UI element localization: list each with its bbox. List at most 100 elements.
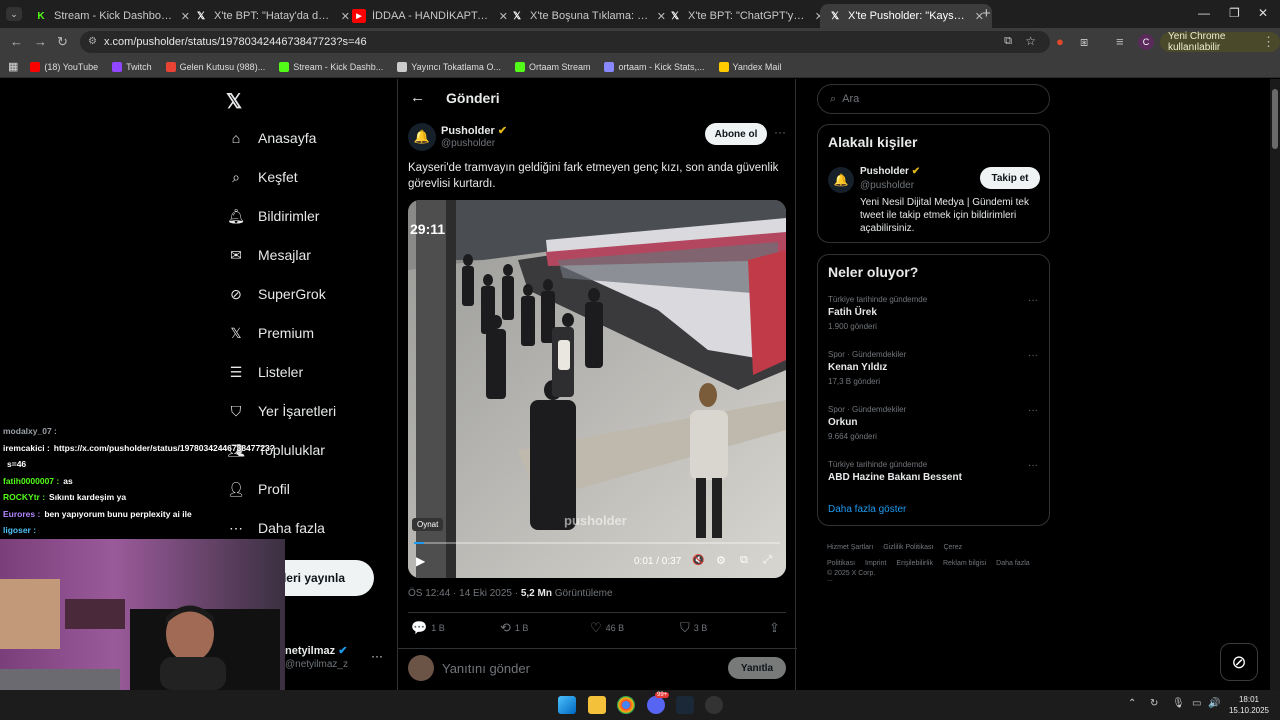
volume-icon[interactable]: 🔊 — [1208, 698, 1220, 709]
bookmark-star-icon[interactable]: ☆ — [1025, 34, 1036, 48]
bookmark-item[interactable]: Twitch — [112, 61, 152, 72]
related-avatar[interactable]: 🔔 — [828, 167, 854, 193]
apps-grid-icon[interactable]: ▦ — [8, 60, 18, 73]
page-scrollbar[interactable] — [1270, 79, 1280, 690]
related-name-row[interactable]: Pusholder ✔ — [860, 166, 920, 177]
repost-action[interactable]: ⟲ 1 B — [500, 620, 528, 636]
mute-icon[interactable]: 🔇 — [692, 555, 704, 566]
trend-item[interactable]: Türkiye tarihinde gündemde ABD Hazine Bak… — [828, 460, 1038, 487]
show-more-link[interactable]: Daha fazla göster — [828, 504, 906, 515]
bookmark-item[interactable]: Yayıncı Tokatlama O... — [397, 61, 501, 72]
picture-in-picture-icon[interactable]: ⧉ — [740, 554, 748, 567]
back-icon[interactable]: ← — [10, 34, 23, 49]
video-player[interactable]: 29:11 pusholder Oynat ▶ 0:01 / 0:37 🔇 ⚙ … — [408, 200, 786, 578]
trend-item[interactable]: Türkiye tarihinde gündemde Fatih Ürek 1.90… — [828, 295, 1038, 331]
extensions-icon[interactable]: ⧆ — [1080, 34, 1088, 50]
author-handle[interactable]: @pusholder — [441, 138, 495, 149]
site-info-icon[interactable]: ⚙ — [88, 36, 97, 47]
forward-icon[interactable]: → — [34, 34, 47, 49]
browser-tab[interactable]: 𝕏X'te Boşuna Tıklama: "Japonya'✕ — [502, 4, 674, 28]
trend-more-icon[interactable]: ··· — [1028, 405, 1038, 416]
extension-red-icon[interactable]: ● — [1056, 34, 1064, 49]
reply-action[interactable]: 💬 1 B — [411, 620, 445, 636]
post-timestamp[interactable]: ÖS 12:44 · 14 Eki 2025 · — [408, 588, 521, 599]
nav-item-1[interactable]: ⌂ Anasayfa — [226, 123, 317, 153]
reload-icon[interactable]: ↻ — [57, 34, 68, 50]
footer-link[interactable]: Hizmet Şartları — [827, 544, 873, 551]
steam-icon[interactable] — [676, 696, 694, 714]
browser-tab[interactable]: 𝕏X'te Pusholder: "Kayseri'de tram✕ — [820, 4, 992, 28]
nav-item-6[interactable]: 𝕏 Premium — [226, 318, 314, 348]
network-icon[interactable]: ▭ — [1192, 698, 1201, 709]
browser-tab[interactable]: K Stream - Kick Dashboard ✕ — [26, 4, 198, 28]
browser-tab[interactable]: 𝕏X'te BPT: "ChatGPT'ye cinsel içe✕ — [660, 4, 832, 28]
maximize-button[interactable]: ❐ — [1229, 6, 1240, 20]
post-more-icon[interactable]: ··· — [774, 125, 786, 139]
video-progress-track[interactable] — [414, 542, 780, 544]
trend-item[interactable]: Spor · Gündemdekiler Kenan Yıldız 17,3 B g… — [828, 350, 1038, 386]
bookmark-item[interactable]: (18) YouTube — [30, 61, 98, 72]
chrome-icon[interactable] — [617, 696, 635, 714]
clock[interactable]: 18:01 15.10.2025 — [1228, 694, 1270, 716]
tray-chevron-icon[interactable]: ⌃ — [1128, 698, 1136, 709]
nav-item-5[interactable]: ⊘ SuperGrok — [226, 279, 326, 309]
subscribe-button[interactable]: Abone ol — [705, 123, 767, 145]
menu-kebab-icon[interactable]: ⋮ — [1262, 34, 1275, 50]
bookmark-item[interactable]: ortaam - Kick Stats,... — [604, 61, 705, 72]
author-avatar[interactable]: 🔔 — [408, 123, 436, 151]
minimize-button[interactable]: — — [1198, 6, 1210, 20]
nav-item-8[interactable]: ⛉ Yer İşaretleri — [226, 396, 336, 426]
address-bar[interactable]: ⚙ x.com/pusholder/status/197803424467384… — [80, 31, 1050, 53]
reply-button[interactable]: Yanıtla — [728, 657, 786, 679]
scrollbar-thumb[interactable] — [1272, 89, 1278, 149]
nav-item-4[interactable]: ✉ Mesajlar — [226, 240, 311, 270]
footer-link[interactable]: Erişilebilirlik — [896, 560, 933, 567]
new-tab-button[interactable]: + — [982, 5, 991, 22]
related-title: Alakalı kişiler — [828, 134, 918, 150]
bookmark-item[interactable]: Ortaam Stream — [514, 61, 590, 72]
x-logo-icon[interactable]: 𝕏 — [226, 89, 242, 114]
file-explorer-icon[interactable] — [588, 696, 606, 714]
footer-link[interactable]: Reklam bilgisi — [943, 560, 986, 567]
tray-app-icon[interactable]: ↻ — [1150, 698, 1158, 709]
microphone-icon[interactable]: 🎙 — [1172, 698, 1185, 709]
nav-item-2[interactable]: ⌕ Keşfet — [226, 162, 298, 192]
media-controls-icon[interactable]: ≡ — [1116, 34, 1124, 49]
share-action[interactable]: ⇪ — [769, 620, 784, 636]
start-windows-icon[interactable] — [558, 696, 576, 714]
play-icon[interactable]: ▶ — [416, 554, 425, 568]
bookmark-action[interactable]: ⛉ 3 B — [680, 620, 707, 636]
profile-avatar[interactable]: C — [1138, 34, 1154, 50]
follow-button[interactable]: Takip et — [980, 167, 1040, 189]
like-action[interactable]: ♡ 46 B — [590, 620, 624, 636]
account-more-icon[interactable]: ··· — [371, 649, 383, 663]
grok-floating-button[interactable]: ⊘ — [1220, 643, 1258, 681]
search-input[interactable]: ⌕ Ara — [817, 84, 1050, 114]
obs-icon[interactable] — [705, 696, 723, 714]
browser-tab[interactable]: 𝕏X'te BPT: "Hatay'da depremin e✕ — [186, 4, 358, 28]
nav-item-3[interactable]: 🔔︎ Bildirimler — [226, 201, 319, 231]
account-name[interactable]: netyilmaz ✔ — [285, 644, 347, 657]
nav-item-label: Mesajlar — [258, 247, 311, 263]
settings-gear-icon[interactable]: ⚙ — [716, 554, 726, 567]
tab-search-button[interactable]: ⌄ — [6, 7, 22, 21]
install-app-icon[interactable]: ⧉ — [1004, 35, 1012, 48]
trend-more-icon[interactable]: ··· — [1028, 350, 1038, 361]
reply-input[interactable]: Yanıtını gönder — [442, 661, 530, 676]
nav-item-10[interactable]: 👤︎ Profil — [226, 474, 290, 504]
close-window-button[interactable]: ✕ — [1258, 6, 1268, 20]
bookmark-item[interactable]: Yandex Mail — [718, 61, 781, 72]
bookmark-item[interactable]: Stream - Kick Dashb... — [279, 61, 383, 72]
footer-link[interactable]: Imprint — [865, 560, 886, 567]
trend-more-icon[interactable]: ··· — [1028, 460, 1038, 471]
fullscreen-icon[interactable]: ⤢ — [763, 554, 772, 567]
trend-item[interactable]: Spor · Gündemdekiler Orkun 9.664 gönderi ··… — [828, 405, 1038, 441]
back-arrow-icon[interactable]: ← — [410, 89, 425, 106]
footer-link[interactable]: Gizlilik Politikası — [883, 544, 933, 551]
discord-icon[interactable] — [647, 696, 665, 714]
author-name-row[interactable]: Pusholder ✔ — [441, 124, 507, 137]
trend-more-icon[interactable]: ··· — [1028, 295, 1038, 306]
nav-item-7[interactable]: ☰ Listeler — [226, 357, 303, 387]
browser-tab[interactable]: ▶İDDAA - HANDİKAPTAN KAZAN✕ — [344, 4, 516, 28]
bookmark-item[interactable]: Gelen Kutusu (988)... — [165, 61, 265, 72]
